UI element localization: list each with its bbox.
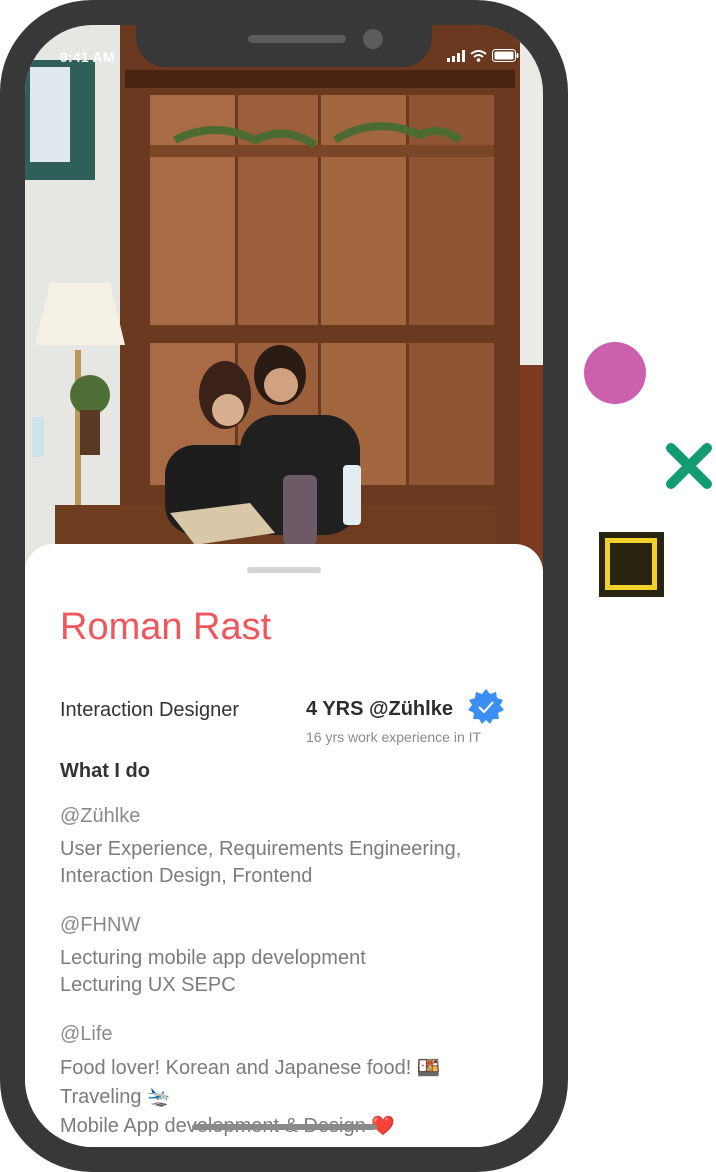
what-i-do-title: What I do (60, 760, 150, 782)
card-drag-handle[interactable] (247, 567, 321, 573)
green-cross-icon (666, 443, 712, 489)
status-time: 9:41 AM (60, 49, 115, 65)
description-line: Traveling 🛬 (60, 1083, 441, 1112)
description-text: Food lover! Korean and Japanese food! (60, 1057, 412, 1079)
description-line: User Experience, Requirements Engineerin… (60, 838, 462, 860)
bento-box-icon: 🍱 (416, 1058, 441, 1079)
home-indicator[interactable] (192, 1124, 377, 1130)
section-description: Lecturing mobile app development Lecturi… (60, 945, 366, 999)
description-line: Lecturing UX SEPC (60, 974, 236, 996)
profile-name: Roman Rast (60, 606, 272, 648)
profile-role: Interaction Designer (60, 699, 239, 721)
section-description: User Experience, Requirements Engineerin… (60, 836, 461, 890)
section-org: @Zühlke (60, 805, 141, 827)
yellow-square-icon (599, 532, 664, 597)
front-camera (363, 29, 383, 49)
phone-screen: 9:41 AM Roman Rast Interaction Designer … (25, 25, 543, 1147)
profile-card[interactable]: Roman Rast Interaction Designer 4 YRS @Z… (25, 544, 543, 1147)
description-line: Food lover! Korean and Japanese food! 🍱 (60, 1054, 441, 1083)
status-icons (447, 49, 519, 62)
battery-icon (492, 49, 519, 62)
section-org: @FHNW (60, 914, 141, 936)
airplane-arrival-icon: 🛬 (147, 1087, 171, 1108)
description-text: Traveling (60, 1086, 142, 1108)
phone-frame: 9:41 AM Roman Rast Interaction Designer … (0, 0, 568, 1172)
verified-badge-icon (468, 689, 504, 724)
profile-photo (25, 25, 543, 585)
signal-icon (447, 49, 465, 62)
description-line: Interaction Design, Frontend (60, 865, 313, 887)
description-line: Lecturing mobile app development (60, 947, 366, 969)
section-org: @Life (60, 1023, 113, 1045)
experience-detail: 16 yrs work experience in IT (306, 729, 482, 745)
experience-headline: 4 YRS @Zühlke (306, 698, 453, 720)
phone-notch (136, 25, 432, 67)
speaker-grill (248, 35, 346, 43)
wifi-icon (470, 49, 487, 62)
pink-circle-icon (584, 342, 646, 404)
